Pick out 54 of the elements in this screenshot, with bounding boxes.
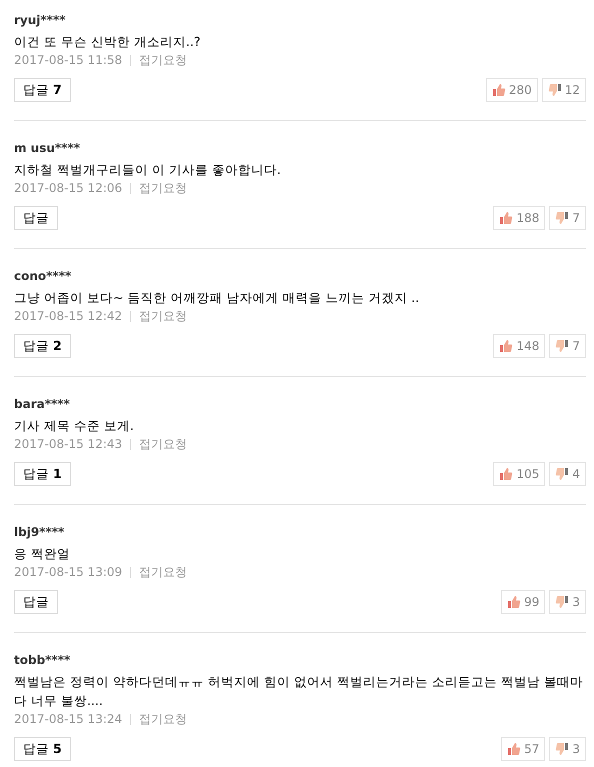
reply-button[interactable]: 답글 5: [14, 737, 71, 761]
dislike-button[interactable]: 3: [549, 590, 586, 614]
username: m usu****: [14, 140, 82, 157]
thumbs-up-icon: [492, 83, 506, 97]
comment-date: 2017-08-15 13:09: [14, 564, 122, 581]
fold-request-link[interactable]: 접기요청: [139, 563, 188, 581]
comment-text: 기사 제목 수준 보게.: [14, 417, 135, 435]
thumbs-down-icon: [555, 211, 570, 225]
comment-text: 그냥 어좁이 보다~ 듬직한 어깨깡패 남자에게 매력을 느끼는 거겠지 ..: [14, 289, 420, 307]
like-button[interactable]: 280: [486, 78, 538, 102]
thumbs-up-icon: [507, 742, 522, 756]
thumbs-down-icon: [555, 467, 570, 481]
username: bara****: [14, 396, 71, 413]
comment-date: 2017-08-15 12:43: [14, 436, 122, 453]
comment-date: 2017-08-15 11:58: [14, 52, 122, 69]
fold-request-link[interactable]: 접기요청: [139, 51, 188, 69]
thumbs-up-icon: [499, 339, 514, 353]
comment-date: 2017-08-15 12:42: [14, 308, 122, 325]
fold-request-link[interactable]: 접기요청: [139, 710, 188, 728]
username: tobb****: [14, 652, 72, 669]
comment-text: 지하철 쩍벌개구리들이 이 기사를 좋아합니다.: [14, 161, 282, 179]
reply-button[interactable]: 답글: [14, 206, 58, 230]
like-button[interactable]: 99: [501, 590, 546, 614]
dislike-button[interactable]: 12: [542, 78, 586, 102]
thumbs-down-icon: [555, 742, 570, 756]
thumbs-down-icon: [548, 83, 562, 97]
username: ryuj****: [14, 12, 66, 29]
thumbs-up-icon: [499, 467, 514, 481]
dislike-button[interactable]: 7: [549, 206, 586, 230]
reply-button[interactable]: 답글 2: [14, 334, 71, 358]
comment-text: 응 쩍완얼: [14, 545, 71, 563]
comment-date: 2017-08-15 12:06: [14, 180, 122, 197]
reply-button[interactable]: 답글 1: [14, 462, 71, 486]
dislike-button[interactable]: 4: [549, 462, 586, 486]
like-button[interactable]: 148: [493, 334, 546, 358]
reply-button[interactable]: 답글: [14, 590, 58, 614]
dislike-button[interactable]: 7: [549, 334, 586, 358]
username: lbj9****: [14, 524, 66, 541]
like-button[interactable]: 188: [493, 206, 546, 230]
fold-request-link[interactable]: 접기요청: [139, 307, 188, 325]
comment-date: 2017-08-15 13:24: [14, 711, 122, 728]
dislike-button[interactable]: 3: [549, 737, 586, 761]
comment-text: 이건 또 무슨 신박한 개소리지..?: [14, 33, 202, 51]
fold-request-link[interactable]: 접기요청: [139, 435, 188, 453]
fold-request-link[interactable]: 접기요청: [139, 179, 188, 197]
thumbs-down-icon: [555, 595, 570, 609]
thumbs-up-icon: [499, 211, 514, 225]
thumbs-down-icon: [555, 339, 570, 353]
like-button[interactable]: 105: [493, 462, 546, 486]
thumbs-up-icon: [507, 595, 522, 609]
username: cono****: [14, 268, 72, 285]
comment-text: 쩍벌남은 정력이 약하다던데ㅠㅠ 허벅지에 힘이 없어서 쩍벌리는거라는 소리듣고는 쩍벌남 볼때마다 너무 불쌍....: [14, 673, 584, 710]
reply-button[interactable]: 답글 7: [14, 78, 71, 102]
like-button[interactable]: 57: [501, 737, 546, 761]
